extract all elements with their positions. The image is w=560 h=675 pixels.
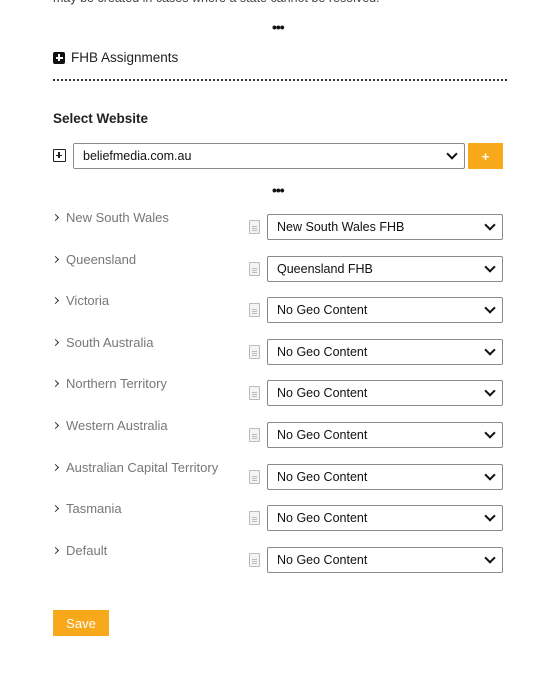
chevron-right-icon [51, 338, 60, 346]
state-name: Northern Territory [66, 376, 167, 392]
section-title: FHB Assignments [71, 50, 179, 65]
geo-content-select[interactable]: No Geo Content [267, 463, 503, 490]
website-select[interactable]: beliefmedia.com.au [73, 143, 465, 169]
geo-content-select[interactable]: Queensland FHB [267, 255, 503, 282]
state-row: Victoria No Geo Content [0, 293, 560, 324]
chevron-down-icon [484, 260, 496, 273]
state-row: Queensland Queensland FHB [0, 252, 560, 282]
geo-content-select[interactable]: New South Wales FHB [267, 214, 503, 240]
geo-content-select[interactable]: No Geo Content [267, 546, 503, 573]
document-icon[interactable] [249, 469, 260, 484]
dotted-divider [53, 79, 507, 81]
chevron-down-icon [484, 552, 496, 564]
chevron-down-icon [484, 468, 496, 481]
state-label-toggle[interactable]: Queensland [51, 251, 137, 267]
geo-content-select-value: No Geo Content [277, 386, 368, 401]
geo-content-select-value: No Geo Content [277, 344, 368, 359]
geo-content-select[interactable]: No Geo Content [267, 338, 503, 365]
more-ellipsis: ••• [272, 19, 285, 35]
plus-square-outline-icon[interactable] [53, 149, 66, 162]
document-icon[interactable] [249, 386, 260, 401]
state-label-toggle[interactable]: Northern Territory [51, 376, 167, 392]
state-name: New South Wales [66, 210, 169, 225]
state-label-toggle[interactable]: Default [51, 542, 108, 558]
chevron-down-icon [484, 385, 496, 398]
geo-content-select[interactable]: No Geo Content [267, 380, 503, 407]
geo-content-select-value: No Geo Content [277, 303, 368, 318]
geo-content-select-value: No Geo Content [277, 511, 368, 526]
document-icon[interactable] [249, 220, 260, 234]
chevron-right-icon [51, 546, 60, 554]
state-row: Northern Territory No Geo Content [0, 376, 560, 407]
document-icon[interactable] [249, 428, 260, 442]
add-website-button[interactable]: + [468, 143, 503, 169]
chevron-right-icon [51, 380, 60, 388]
state-row: Default No Geo Content [0, 543, 560, 573]
plus-square-filled-icon [53, 51, 65, 64]
chevron-right-icon [51, 297, 60, 305]
state-row: New South Wales New South Wales FHB [0, 210, 560, 240]
geo-content-select-value: No Geo Content [277, 469, 368, 484]
state-label-toggle[interactable]: Tasmania [51, 501, 122, 517]
state-label-toggle[interactable]: Australian Capital Territory [51, 459, 219, 475]
chevron-right-icon [51, 505, 60, 513]
chevron-down-icon [484, 344, 496, 356]
select-website-label: Select Website [53, 111, 149, 126]
state-name: Australian Capital Territory [66, 459, 219, 475]
state-name: Queensland [66, 251, 137, 267]
geo-content-select-value: No Geo Content [277, 428, 368, 442]
fhb-assignments-toggle[interactable]: FHB Assignments [53, 50, 178, 65]
chevron-down-icon [484, 427, 496, 439]
state-label-toggle[interactable]: Victoria [51, 293, 110, 309]
geo-content-select[interactable]: No Geo Content [267, 505, 503, 532]
state-label-toggle[interactable]: Western Australia [51, 418, 168, 433]
state-row: Tasmania No Geo Content [0, 501, 560, 532]
document-icon[interactable] [249, 552, 260, 567]
state-name: Tasmania [66, 501, 122, 517]
chevron-right-icon [51, 255, 60, 263]
chevron-down-icon [484, 219, 496, 231]
state-label-toggle[interactable]: South Australia [51, 334, 154, 350]
chevron-right-icon [51, 421, 60, 430]
chevron-right-icon [51, 213, 60, 222]
document-icon[interactable] [249, 261, 260, 276]
chevron-down-icon [446, 148, 458, 160]
geo-content-select[interactable]: No Geo Content [267, 422, 503, 448]
document-icon[interactable] [249, 303, 260, 318]
state-name: Victoria [66, 293, 110, 309]
more-ellipsis: ••• [272, 182, 285, 198]
chevron-down-icon [484, 510, 496, 522]
geo-content-select-value: New South Wales FHB [277, 220, 405, 234]
state-row: South Australia No Geo Content [0, 335, 560, 365]
state-label-toggle[interactable]: New South Wales [51, 210, 169, 225]
website-select-value: beliefmedia.com.au [83, 149, 192, 163]
state-row: Australian Capital Territory No Geo Conte… [0, 460, 560, 490]
intro-text: may be created in cases where a state ca… [53, 0, 380, 5]
geo-content-select-value: Queensland FHB [277, 261, 373, 276]
state-row: Western Australia No Geo Content [0, 418, 560, 448]
save-button[interactable]: Save [53, 610, 109, 636]
document-icon[interactable] [249, 511, 260, 526]
geo-content-select[interactable]: No Geo Content [267, 297, 503, 324]
state-name: South Australia [66, 334, 154, 350]
chevron-down-icon [484, 302, 496, 314]
chevron-right-icon [51, 463, 60, 471]
state-name: Western Australia [66, 418, 168, 433]
geo-content-select-value: No Geo Content [277, 552, 368, 567]
document-icon[interactable] [249, 344, 260, 359]
state-name: Default [66, 542, 108, 558]
